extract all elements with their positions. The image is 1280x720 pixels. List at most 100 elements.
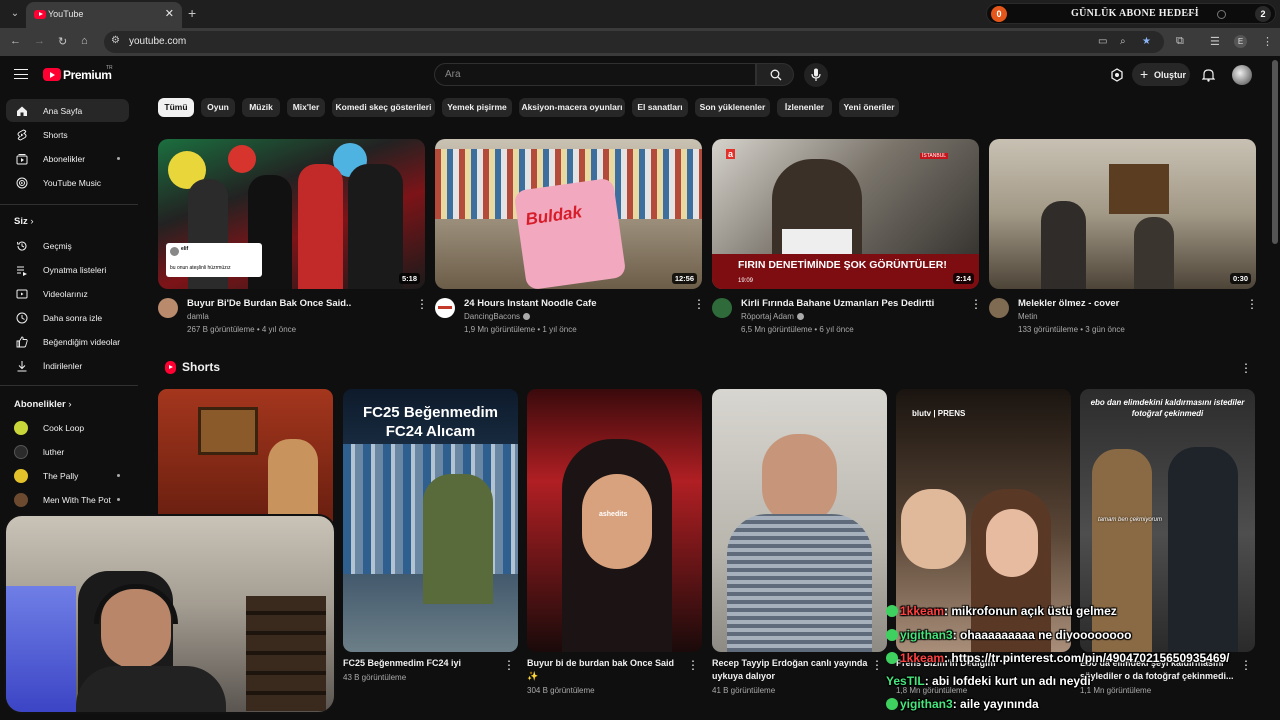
video-channel[interactable]: DancingBacons — [464, 312, 531, 321]
notifications-bell-icon[interactable] — [1202, 68, 1215, 82]
short-menu-icon[interactable] — [687, 658, 699, 672]
short-thumbnail[interactable] — [712, 389, 887, 652]
video-thumbnail[interactable]: İSTANBUL a FIRIN DENETİMİNDE ŞOK GÖRÜNTÜ… — [712, 139, 979, 289]
person-shape — [1041, 201, 1086, 289]
video-title[interactable]: Kirli Fırında Bahane Uzmanları Pes Dedir… — [741, 298, 934, 309]
shorts-section-menu-icon[interactable] — [1240, 361, 1252, 375]
short-title[interactable]: FC25 Beğenmedim FC24 iyi — [343, 657, 493, 670]
short-thumbnail[interactable]: ashedits — [527, 389, 702, 652]
forward-arrow-icon[interactable]: → — [34, 35, 45, 47]
browser-tab-bar: ⌄ YouTube ✕ + 0 GÜNLÜK ABONE HEDEFİ — 2 — [0, 0, 1280, 28]
short-menu-icon[interactable] — [871, 658, 883, 672]
back-arrow-icon[interactable]: ← — [10, 35, 21, 47]
video-title[interactable]: Buyur Bi'De Burdan Bak Once Said.. — [187, 298, 351, 309]
video-menu-icon[interactable] — [1246, 297, 1258, 311]
person-shape — [348, 164, 403, 289]
chip-gaming[interactable]: Oyun — [201, 98, 235, 117]
voice-search-button[interactable] — [804, 63, 828, 87]
extensions-icon[interactable]: ⧉ — [1176, 35, 1184, 48]
sidebar-item-home[interactable]: Ana Sayfa — [6, 99, 129, 122]
youtube-brand[interactable]: Premium — [63, 68, 112, 82]
tab-close-icon[interactable]: ✕ — [165, 7, 174, 20]
cast-icon[interactable]: ▭ — [1098, 36, 1107, 47]
channel-avatar — [14, 469, 28, 483]
sidebar-item-your-videos[interactable]: Videolarınız — [6, 282, 129, 305]
address-bar[interactable]: ⚙ youtube.com ▭ ⌕ ★ — [104, 31, 1164, 53]
chip-crafts[interactable]: El sanatları — [632, 98, 688, 117]
video-meta: 267 B görüntüleme • 4 yıl önce — [187, 325, 297, 334]
short-title[interactable]: Buyur bi de burdan bak Once Said ✨ — [527, 657, 677, 683]
channel-avatar[interactable] — [158, 298, 178, 318]
video-menu-icon[interactable] — [416, 297, 428, 311]
channel-avatar[interactable] — [435, 298, 455, 318]
browser-tab-youtube[interactable]: YouTube ✕ — [26, 2, 182, 28]
short-thumbnail[interactable]: FC25 Beğenmedim FC24 Alıcam — [343, 389, 518, 652]
chip-watched[interactable]: İzlenenler — [777, 98, 832, 117]
chip-action-adventure-games[interactable]: Aksiyon-macera oyunları — [519, 98, 625, 117]
create-button[interactable]: + Oluştur — [1132, 63, 1190, 86]
short-menu-icon[interactable] — [503, 658, 515, 672]
new-content-dot — [117, 157, 120, 160]
video-channel[interactable]: Röportaj Adam — [741, 312, 804, 321]
person-shape — [1134, 217, 1174, 289]
sidebar-item-watch-later[interactable]: Daha sonra izle — [6, 306, 129, 329]
video-title[interactable]: 24 Hours Instant Noodle Cafe — [464, 298, 597, 309]
page-scrollbar[interactable] — [1272, 60, 1278, 244]
video-title[interactable]: Melekler ölmez - cover — [1018, 298, 1119, 309]
person-shape — [298, 164, 343, 289]
sidebar-item-label: Oynatma listeleri — [43, 265, 107, 275]
chip-recently-uploaded[interactable]: Son yüklenenler — [695, 98, 770, 117]
chip-music[interactable]: Müzik — [242, 98, 280, 117]
person-face-shape — [582, 474, 652, 569]
browser-menu-icon[interactable]: ⋮ — [1262, 35, 1273, 48]
tab-groups-icon[interactable]: ☰ — [1210, 35, 1220, 48]
chip-mixes[interactable]: Mix'ler — [287, 98, 325, 117]
channel-name: luther — [43, 447, 65, 457]
chip-new-to-you[interactable]: Yeni öneriler — [839, 98, 899, 117]
zoom-icon[interactable]: ⌕ — [1120, 36, 1126, 47]
tab-search-chevron-icon[interactable]: ⌄ — [6, 5, 24, 23]
search-button[interactable] — [756, 63, 794, 86]
sidebar-item-shorts[interactable]: Shorts — [6, 123, 129, 146]
channel-avatar[interactable] — [712, 298, 732, 318]
video-channel[interactable]: damla — [187, 312, 209, 321]
reload-icon[interactable]: ↻ — [58, 35, 67, 48]
sidebar-item-liked-videos[interactable]: Beğendiğim videolar — [6, 330, 129, 353]
video-thumbnail[interactable]: elif bu onun ateşlinli hüzrmüzız 5:18 — [158, 139, 425, 289]
sidebar-item-youtube-music[interactable]: YouTube Music — [6, 171, 129, 194]
sidebar-you-heading[interactable]: Siz › — [14, 216, 34, 227]
sidebar-channel-the-pally[interactable]: The Pally — [6, 464, 129, 487]
chip-cooking[interactable]: Yemek pişirme — [442, 98, 512, 117]
channel-avatar[interactable] — [989, 298, 1009, 318]
video-menu-icon[interactable] — [970, 297, 982, 311]
video-menu-icon[interactable] — [693, 297, 705, 311]
video-thumbnail[interactable]: 0:30 — [989, 139, 1256, 289]
site-info-icon[interactable]: ⚙ — [111, 35, 123, 47]
sidebar-item-downloads[interactable]: İndirilenler — [6, 354, 129, 377]
video-thumbnail[interactable]: Buldak 12:56 — [435, 139, 702, 289]
sidebar-channel-men-with-the-pot[interactable]: Men With The Pot — [6, 488, 129, 511]
browser-profile-avatar[interactable]: E — [1234, 35, 1247, 48]
youtube-logo-icon[interactable] — [43, 68, 61, 81]
channel-name: The Pally — [43, 471, 79, 481]
hamburger-menu-icon[interactable] — [14, 69, 28, 79]
sidebar-subscriptions-heading[interactable]: Abonelikler › — [14, 399, 72, 410]
short-title[interactable]: Recep Tayyip Erdoğan canlı yayında uykuy… — [712, 657, 872, 683]
account-avatar[interactable] — [1232, 65, 1252, 85]
chip-comedy-sketches[interactable]: Komedi skeç gösterileri — [332, 98, 435, 117]
chip-all[interactable]: Tümü — [158, 98, 194, 117]
bookmark-star-icon[interactable]: ★ — [1142, 36, 1151, 47]
chat-badge-icon — [886, 605, 898, 617]
sidebar-item-subscriptions[interactable]: Abonelikler — [6, 147, 129, 170]
sidebar-item-playlists[interactable]: Oynatma listeleri — [6, 258, 129, 281]
goal-progress-ring-icon — [1217, 10, 1226, 19]
home-browser-icon[interactable]: ⌂ — [81, 35, 88, 47]
search-input[interactable] — [435, 64, 755, 85]
new-tab-plus-icon[interactable]: + — [188, 5, 196, 21]
video-channel[interactable]: Metin — [1018, 312, 1038, 321]
sidebar-channel-luther[interactable]: luther — [6, 440, 129, 463]
sidebar-channel-cook-loop[interactable]: Cook Loop — [6, 416, 129, 439]
cast-to-tv-icon[interactable] — [1110, 68, 1124, 82]
watch-later-icon — [16, 312, 28, 324]
sidebar-item-history[interactable]: Geçmiş — [6, 234, 129, 257]
